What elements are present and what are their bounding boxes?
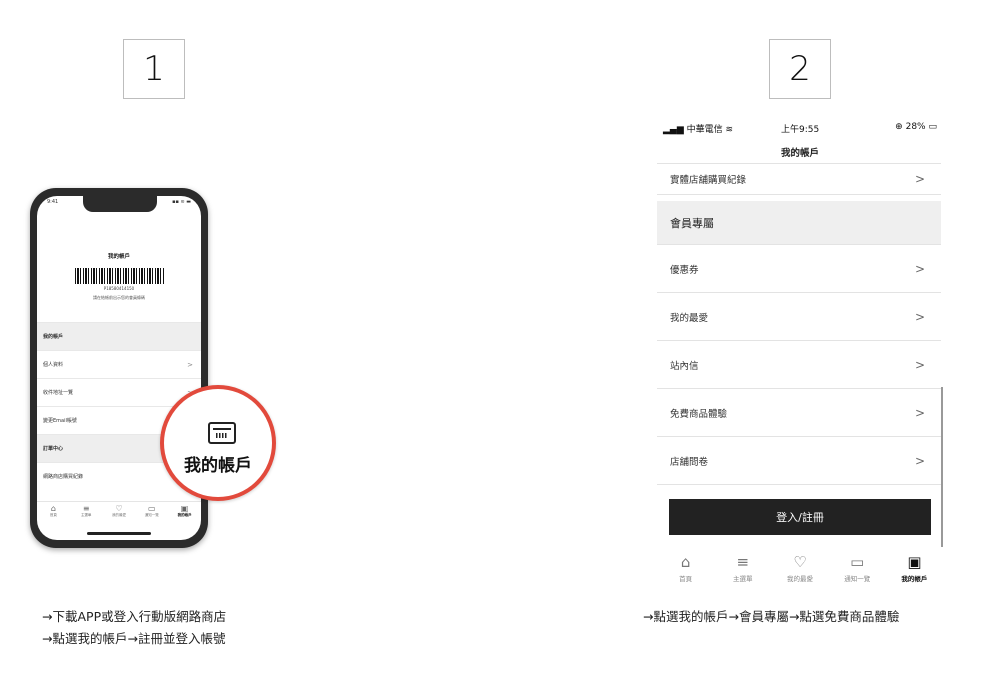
row-label: 個人資料: [43, 362, 64, 368]
battery-icon: ▭: [928, 122, 937, 132]
tab-menu[interactable]: ≡ 主選單: [70, 502, 103, 524]
chat-icon: ▭: [850, 553, 865, 571]
home-icon: ⌂: [680, 553, 691, 571]
barcode-hint: 請在結帳前出示您的會員條碼: [93, 295, 145, 300]
chevron-right-icon: >: [914, 172, 925, 186]
section-member-exclusive: 會員專屬: [657, 201, 941, 245]
row-label: 站內信: [670, 360, 699, 372]
heart-icon: ♡: [115, 504, 123, 513]
menu-icon: ≡: [82, 504, 90, 513]
chevron-right-icon: >: [187, 360, 193, 369]
barcode-number: P18580414150: [103, 286, 135, 291]
home-icon: ⌂: [50, 504, 56, 513]
status-battery: ⊕ 28% ▭: [895, 122, 937, 132]
chat-icon: ▭: [148, 504, 156, 513]
heart-icon: ♡: [793, 553, 807, 571]
step-number-2: 2: [769, 39, 831, 99]
step2-caption: →點選我的帳戶→會員專屬→點選免費商品體驗: [643, 606, 899, 628]
menu-icon: ≡: [736, 553, 750, 571]
chevron-right-icon: >: [914, 261, 925, 276]
status-time: 9:41: [47, 199, 59, 205]
menu-item-inbox[interactable]: 站內信 >: [657, 341, 941, 389]
account-card-icon: ▣: [907, 553, 922, 571]
row-label: 訂單中心: [43, 446, 64, 452]
signal-icon: ▂▄▆: [663, 125, 684, 135]
row-label: 實體店舖購買紀錄: [670, 175, 747, 186]
status-bar: ▂▄▆ 中華電信 ≋ 上午9:55 ⊕ 28% ▭: [657, 119, 943, 137]
my-account-callout: 我的帳戶: [160, 385, 276, 501]
row-label: 變更Email帳號: [43, 418, 77, 424]
row-label: 我的最愛: [670, 312, 709, 324]
tab-favorites[interactable]: ♡ 我的最愛: [103, 502, 136, 524]
row-label: 會員專屬: [670, 216, 714, 230]
chevron-right-icon: >: [914, 309, 925, 324]
step1-caption: →下載APP或登入行動版網路商店 →點選我的帳戶→註冊並登入帳號: [42, 606, 226, 650]
home-indicator: [87, 532, 151, 535]
page-title: 我的帳戶: [107, 254, 130, 260]
account-card-icon: [208, 422, 236, 444]
row-label: 我的帳戶: [43, 334, 64, 340]
page-title: 我的帳戶: [780, 148, 819, 159]
tab-favorites[interactable]: ♡ 我的最愛: [771, 547, 828, 589]
section-my-account: 我的帳戶: [37, 322, 201, 350]
row-label: 店舖問卷: [670, 456, 709, 468]
phone-notch: [83, 196, 157, 212]
caption-line: →下載APP或登入行動版網路商店: [42, 609, 227, 624]
status-time: 上午9:55: [781, 125, 820, 135]
phone-mockup-1: 9:41 ▪▪ ≋ ▬ 我的帳戶 P18580414150 請在結帳前出示您的會…: [30, 188, 208, 548]
caption-line: →點選我的帳戶→註冊並登入帳號: [42, 631, 226, 646]
caption-line: →點選我的帳戶→會員專屬→點選免費商品體驗: [643, 609, 900, 624]
tab-home[interactable]: ⌂ 首頁: [37, 502, 70, 524]
menu-item-profile[interactable]: 個人資料 >: [37, 350, 201, 378]
tab-menu[interactable]: ≡ 主選單: [714, 547, 771, 589]
scrollbar[interactable]: [941, 387, 943, 547]
step-number-1: 1: [123, 39, 185, 99]
tab-my-account[interactable]: ▣ 我的帳戶: [886, 547, 943, 589]
chevron-right-icon: >: [914, 453, 925, 468]
menu-item-free-product-trial[interactable]: 免費商品體驗 >: [657, 389, 941, 437]
tab-bar: ⌂ 首頁 ≡ 主選單 ♡ 我的最愛 ▭ 通知一覽 ▣ 我的帳戶: [37, 501, 201, 524]
row-label: 網路商店購買紀錄: [43, 474, 84, 480]
tab-notifications[interactable]: ▭ 通知一覽: [829, 547, 886, 589]
callout-label: 我的帳戶: [184, 456, 252, 476]
member-barcode: [75, 268, 165, 284]
rotation-lock-icon: ⊕: [895, 122, 903, 132]
login-register-button[interactable]: 登入/註冊: [669, 499, 931, 535]
status-carrier: ▂▄▆ 中華電信 ≋: [663, 125, 734, 135]
tab-my-account[interactable]: ▣ 我的帳戶: [168, 502, 201, 524]
menu-item-favorites[interactable]: 我的最愛 >: [657, 293, 941, 341]
chevron-right-icon: >: [914, 357, 925, 372]
menu-item-store-purchases[interactable]: 實體店舖購買紀錄 >: [657, 163, 941, 195]
menu-item-store-survey[interactable]: 店舖問卷 >: [657, 437, 941, 485]
phone-screen-2: ▂▄▆ 中華電信 ≋ 上午9:55 ⊕ 28% ▭ 我的帳戶 實體店舖購買紀錄 …: [657, 119, 943, 589]
row-label: 免費商品體驗: [670, 408, 728, 420]
wifi-icon: ≋: [725, 125, 734, 135]
row-label: 優惠券: [670, 264, 699, 276]
chevron-right-icon: >: [914, 405, 925, 420]
tab-notifications[interactable]: ▭ 通知一覽: [135, 502, 168, 524]
tab-home[interactable]: ⌂ 首頁: [657, 547, 714, 589]
menu-item-coupons[interactable]: 優惠券 >: [657, 245, 941, 293]
status-icons: ▪▪ ≋ ▬: [172, 199, 191, 205]
row-label: 收件地址一覽: [43, 390, 74, 396]
account-card-icon: ▣: [180, 504, 189, 513]
tab-bar: ⌂ 首頁 ≡ 主選單 ♡ 我的最愛 ▭ 通知一覽 ▣ 我的帳戶: [657, 547, 943, 589]
phone1-screen: 9:41 ▪▪ ≋ ▬ 我的帳戶 P18580414150 請在結帳前出示您的會…: [37, 196, 201, 540]
